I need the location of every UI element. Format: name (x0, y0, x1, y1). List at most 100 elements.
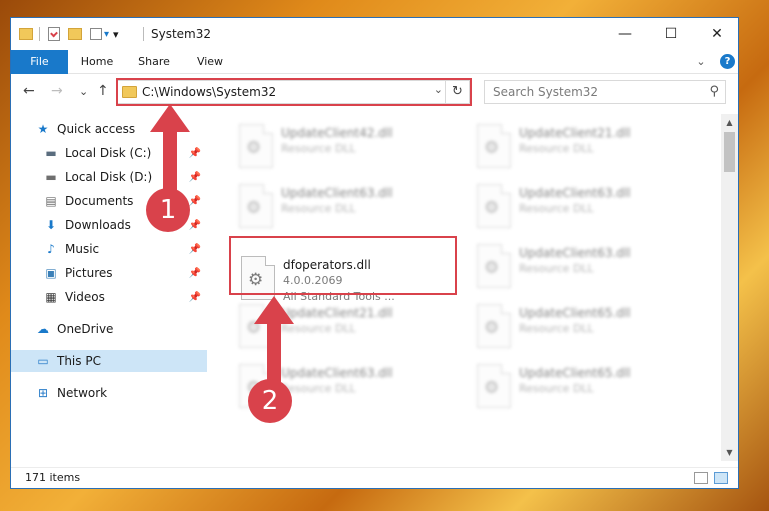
pin-icon[interactable]: 📌 (189, 244, 201, 255)
music-icon: ♪ (47, 242, 55, 256)
pictures-icon: ▣ (45, 266, 57, 280)
computer-icon: ▭ (37, 354, 49, 368)
file-description: Resource DLL (519, 262, 594, 275)
close-button[interactable]: ✕ (694, 18, 738, 50)
onedrive-icon: ☁ (37, 322, 49, 336)
arrow-annotation-1 (150, 104, 190, 192)
sidebar-item-music[interactable]: ♪ Music 📌 (11, 238, 207, 260)
step-1-badge: 1 (146, 188, 190, 232)
file-description: Resource DLL (519, 202, 594, 215)
gear-icon: ⚙ (484, 258, 500, 278)
file-highlight (229, 236, 457, 295)
properties-icon[interactable] (48, 27, 60, 41)
file-name: UpdateClient63.dll (519, 246, 631, 260)
sidebar-item-label: Downloads (65, 218, 131, 232)
minimize-button[interactable]: — (602, 18, 648, 50)
gear-icon: ⚙ (484, 318, 500, 338)
title-separator (143, 27, 144, 41)
file-description: Resource DLL (519, 322, 594, 335)
sidebar-item-label: Music (65, 242, 100, 256)
star-icon: ★ (37, 122, 49, 136)
file-description: Resource DLL (519, 142, 594, 155)
sidebar-item-this-pc[interactable]: ▭ This PC (11, 350, 207, 372)
arrow-annotation-2 (254, 296, 294, 384)
documents-icon: ▤ (45, 194, 57, 208)
file-description: Resource DLL (281, 142, 356, 155)
file-item[interactable]: ⚙ UpdateClient63.dll Resource DLL (469, 178, 699, 238)
file-item[interactable]: ⚙ UpdateClient65.dll Resource DLL (469, 298, 699, 358)
quick-access-more[interactable]: ▾ (113, 28, 119, 41)
tab-home[interactable]: Home (73, 50, 121, 74)
dll-file-icon: ⚙ (477, 304, 511, 348)
file-item[interactable]: ⚙ UpdateClient65.dll Resource DLL (469, 358, 699, 418)
tab-view[interactable]: View (187, 50, 233, 74)
up-button[interactable]: ↑ (97, 83, 109, 99)
step-2-badge: 2 (248, 379, 292, 423)
sidebar-item-label: This PC (57, 354, 101, 368)
separator (39, 27, 40, 41)
file-item[interactable]: ⚙ UpdateClient63.dll Resource DLL (469, 238, 699, 298)
file-name: UpdateClient63.dll (519, 186, 631, 200)
maximize-button[interactable]: ☐ (648, 18, 694, 50)
sidebar-item-network[interactable]: ⊞ Network (11, 382, 207, 404)
file-name: UpdateClient21.dll (519, 126, 631, 140)
ribbon-collapse-button[interactable]: ⌄ (693, 50, 709, 74)
file-item[interactable]: ⚙ UpdateClient21.dll Resource DLL (469, 118, 699, 178)
ribbon-tabs: File Home Share View ⌄ ? (11, 50, 738, 74)
details-view-button[interactable] (694, 472, 708, 484)
sidebar-item-onedrive[interactable]: ☁ OneDrive (11, 318, 207, 340)
videos-icon: ▦ (45, 290, 57, 304)
tab-share[interactable]: Share (129, 50, 179, 74)
sidebar-item-label: OneDrive (57, 322, 114, 336)
dll-file-icon: ⚙ (239, 124, 273, 168)
sidebar-item-pictures[interactable]: ▣ Pictures 📌 (11, 262, 207, 284)
dll-file-icon: ⚙ (477, 184, 511, 228)
network-icon: ⊞ (37, 386, 49, 400)
gear-icon: ⚙ (484, 378, 500, 398)
gear-icon: ⚙ (246, 138, 262, 158)
search-input[interactable]: Search System32 (493, 85, 598, 99)
status-bar: 171 items (11, 467, 738, 488)
gear-icon: ⚙ (246, 198, 262, 218)
help-icon[interactable]: ? (720, 54, 735, 69)
quick-access-toolbar: ▾ ▾ (19, 25, 119, 43)
customize-icon[interactable] (90, 28, 102, 40)
tab-file[interactable]: File (11, 50, 68, 74)
title-bar: ▾ ▾ System32 — ☐ ✕ (11, 18, 738, 50)
pin-icon[interactable]: 📌 (189, 292, 201, 303)
search-box[interactable]: Search System32 ⚲ (484, 80, 726, 104)
pin-icon[interactable]: 📌 (189, 268, 201, 279)
pin-icon[interactable]: 📌 (189, 220, 201, 231)
sidebar-item-label: Videos (65, 290, 105, 304)
gear-icon: ⚙ (484, 198, 500, 218)
sidebar-item-label: Documents (65, 194, 134, 208)
new-folder-icon[interactable] (68, 28, 82, 40)
file-item[interactable]: ⚙ UpdateClient42.dll Resource DLL (231, 118, 461, 178)
forward-button[interactable]: → (51, 83, 63, 99)
recent-locations-button[interactable]: ⌄ (79, 85, 88, 98)
file-name: UpdateClient63.dll (281, 186, 393, 200)
search-icon[interactable]: ⚲ (709, 84, 719, 99)
sidebar-item-label: Quick access (57, 122, 136, 136)
scroll-down-button[interactable]: ▼ (721, 444, 738, 461)
back-button[interactable]: ← (23, 83, 35, 99)
folder-icon (19, 28, 33, 40)
dll-file-icon: ⚙ (239, 184, 273, 228)
gear-icon: ⚙ (484, 138, 500, 158)
file-name: UpdateClient42.dll (281, 126, 393, 140)
large-icons-view-button[interactable] (714, 472, 728, 484)
sidebar-item-label: Local Disk (C:) (65, 146, 152, 160)
file-item[interactable]: ⚙ UpdateClient63.dll Resource DLL (231, 178, 461, 238)
window-title: System32 (151, 27, 212, 41)
scroll-up-button[interactable]: ▲ (721, 114, 738, 131)
scroll-thumb[interactable] (724, 132, 735, 172)
dll-file-icon: ⚙ (477, 244, 511, 288)
dll-file-icon: ⚙ (477, 124, 511, 168)
vertical-scrollbar[interactable]: ▲ ▼ (721, 114, 738, 461)
file-description: Resource DLL (281, 202, 356, 215)
drive-icon: ▬ (45, 146, 57, 160)
sidebar-item-videos[interactable]: ▦ Videos 📌 (11, 286, 207, 308)
quick-access-dropdown[interactable]: ▾ (104, 29, 109, 40)
sidebar-item-label: Pictures (65, 266, 113, 280)
dll-file-icon: ⚙ (477, 364, 511, 408)
